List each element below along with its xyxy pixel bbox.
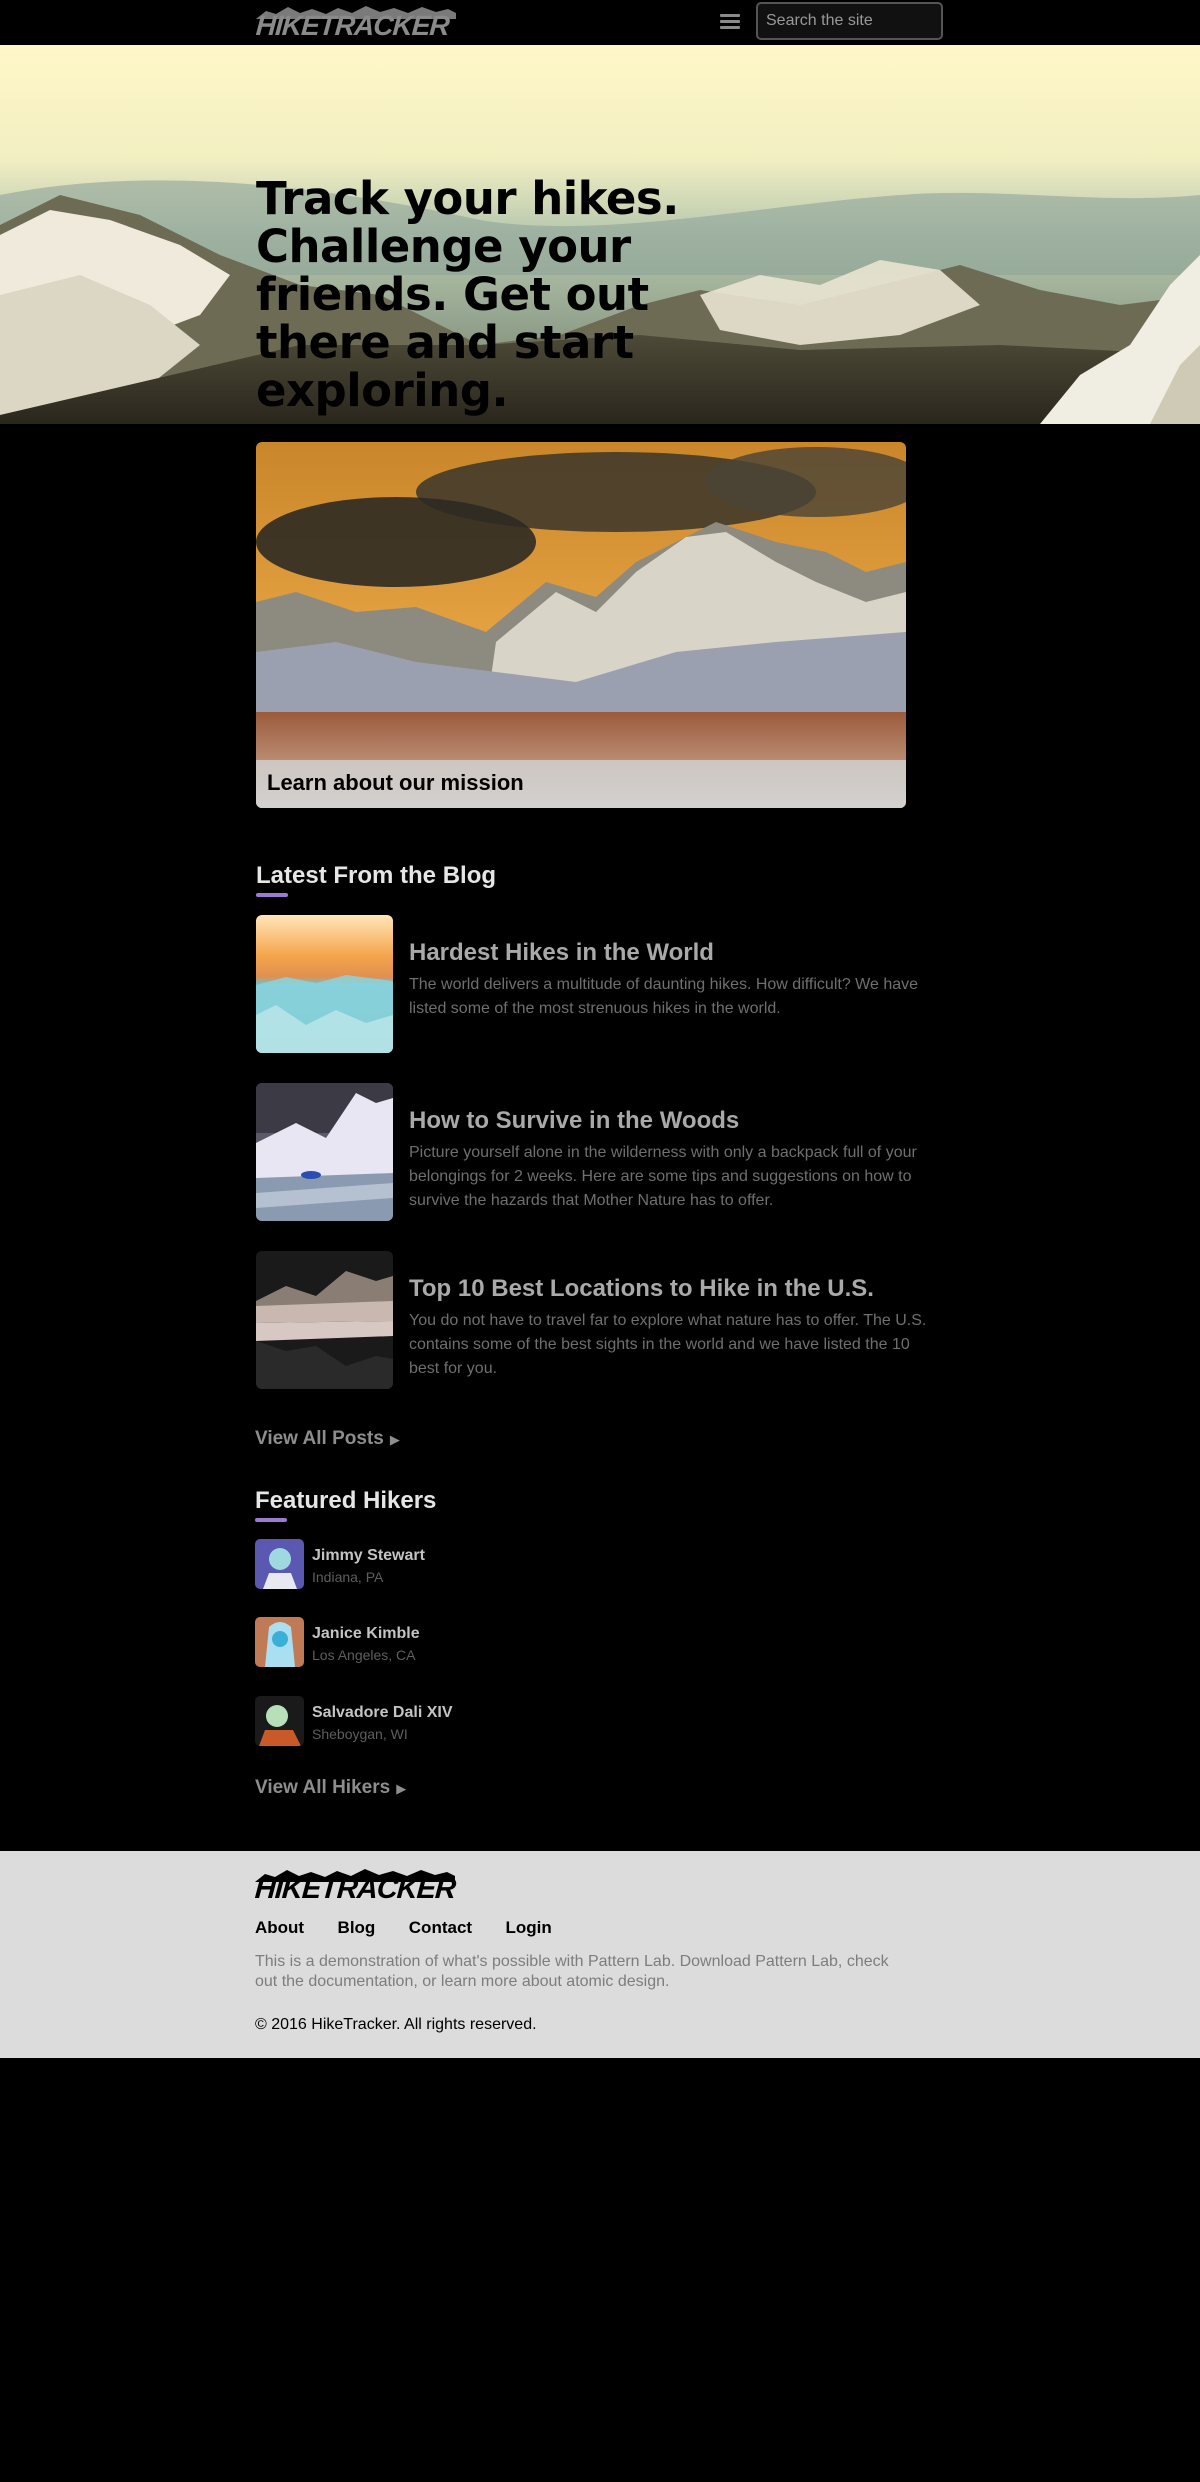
post-thumbnail (256, 1083, 393, 1221)
footer-nav-blog[interactable]: Blog (338, 1918, 376, 1937)
hiker-avatar (255, 1617, 304, 1667)
blog-title-underline (256, 893, 288, 897)
hiker-avatar (255, 1539, 304, 1589)
feature-caption: Learn about our mission (256, 760, 906, 808)
feature-mountain-image (256, 442, 906, 808)
post-excerpt: Picture yourself alone in the wilderness… (409, 1144, 917, 1209)
play-arrow-icon: ▶ (396, 1781, 407, 1796)
hiker-avatar (255, 1696, 304, 1746)
site-logo[interactable]: HIKETRACKER (254, 5, 456, 41)
play-arrow-icon: ▶ (389, 1432, 400, 1447)
post-title[interactable]: Hardest Hikes in the World (409, 939, 714, 967)
hiker-name: Janice Kimble (312, 1625, 420, 1642)
footer-logo[interactable]: HIKETRACKER (253, 1868, 457, 1905)
footer-logo-wordmark: HIKETRACKER (253, 1873, 457, 1905)
site-footer: HIKETRACKER About Blog Contact Login Thi… (0, 1851, 1200, 2058)
blog-post-card[interactable]: Top 10 Best Locations to Hike in the U.S… (256, 1251, 936, 1389)
footer-nav-about[interactable]: About (255, 1918, 304, 1937)
blog-post-card[interactable]: Hardest Hikes in the World The world del… (256, 915, 936, 1053)
blog-section-title: Latest From the Blog (256, 862, 497, 889)
hiker-location: Los Angeles, CA (312, 1647, 416, 1663)
hiker-item[interactable]: Janice Kimble Los Angeles, CA (255, 1617, 555, 1667)
view-all-hikers-label: View All Hikers (255, 1777, 391, 1798)
hiker-item[interactable]: Salvadore Dali XIV Sheboygan, WI (255, 1696, 555, 1746)
hikers-section-title: Featured Hikers (255, 1487, 437, 1514)
post-thumbnail (256, 915, 393, 1053)
footer-nav: About Blog Contact Login (255, 1918, 581, 1938)
hiker-item[interactable]: Jimmy Stewart Indiana, PA (255, 1539, 555, 1589)
footer-nav-contact[interactable]: Contact (409, 1918, 472, 1937)
footer-nav-login[interactable]: Login (506, 1918, 552, 1937)
hiker-name: Salvadore Dali XIV (312, 1704, 453, 1721)
view-all-posts-link[interactable]: View All Posts ▶ (255, 1428, 400, 1450)
mission-feature-card[interactable]: Learn about our mission (256, 442, 906, 808)
hero-headline: Track your hikes. Challenge your friends… (256, 172, 679, 417)
post-title[interactable]: Top 10 Best Locations to Hike in the U.S… (409, 1275, 874, 1303)
menu-icon[interactable] (720, 14, 740, 30)
post-excerpt: The world delivers a multitude of daunti… (409, 976, 919, 1017)
hiker-location: Sheboygan, WI (312, 1726, 408, 1742)
feature-caption-text: Learn about our mission (267, 770, 524, 795)
logo-wordmark: HIKETRACKER (254, 10, 450, 41)
post-title[interactable]: How to Survive in the Woods (409, 1107, 739, 1135)
site-header: HIKETRACKER (0, 0, 1200, 45)
view-all-posts-label: View All Posts (255, 1428, 384, 1449)
footer-copyright: © 2016 HikeTracker. All rights reserved. (255, 2016, 537, 2033)
hikers-title-underline (255, 1518, 287, 1522)
footer-description: This is a demonstration of what's possib… (255, 1953, 889, 1990)
post-thumbnail (256, 1251, 393, 1389)
hero-banner: Track your hikes. Challenge your friends… (0, 45, 1200, 424)
hiker-name: Jimmy Stewart (312, 1547, 425, 1564)
search-input[interactable] (756, 2, 943, 40)
post-excerpt: You do not have to travel far to explore… (409, 1312, 927, 1377)
view-all-hikers-link[interactable]: View All Hikers ▶ (255, 1777, 406, 1799)
blog-post-card[interactable]: How to Survive in the Woods Picture your… (256, 1083, 936, 1221)
hiker-location: Indiana, PA (312, 1569, 384, 1585)
